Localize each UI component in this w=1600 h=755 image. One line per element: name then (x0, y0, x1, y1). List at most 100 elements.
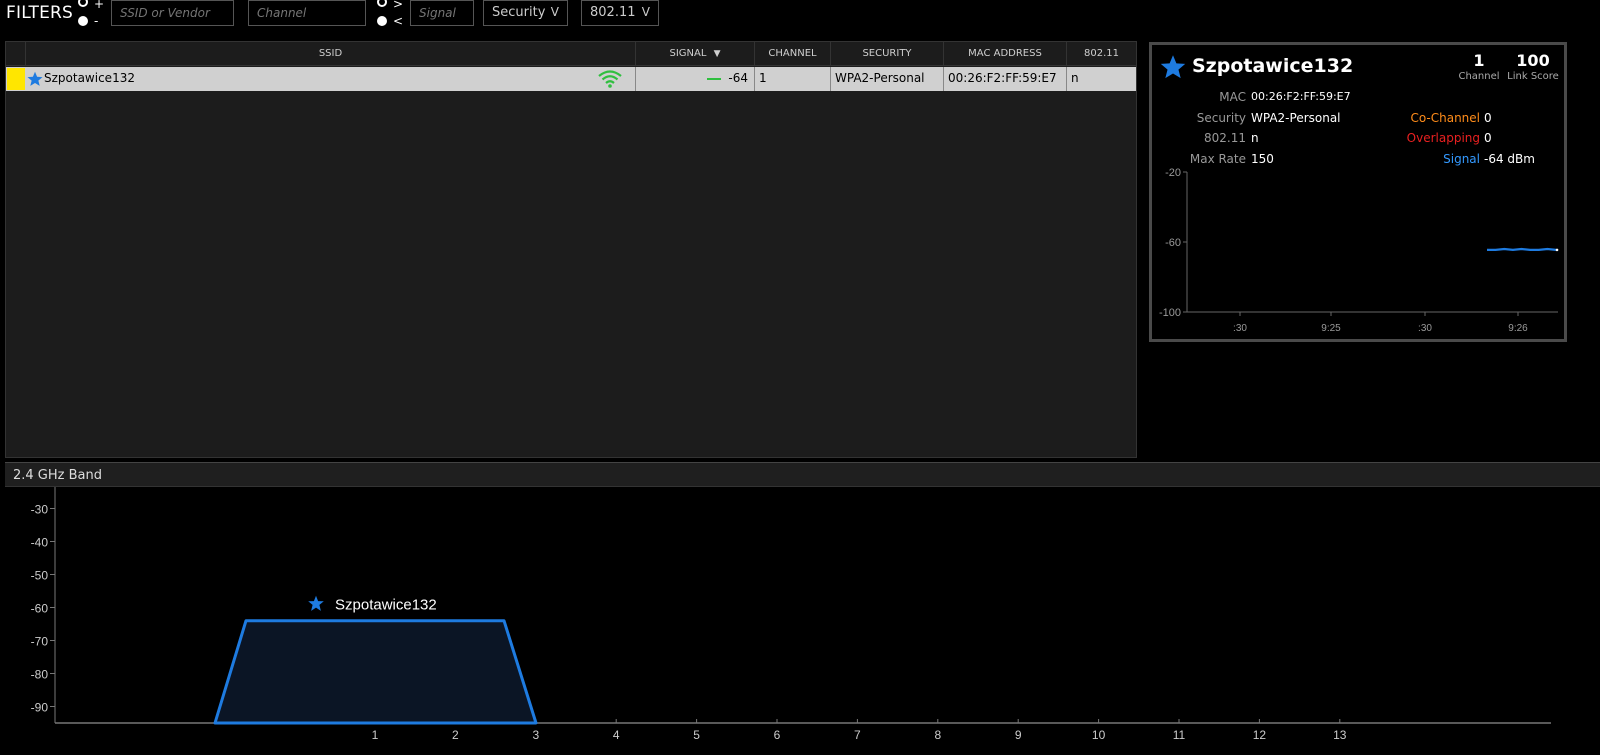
y-tick-label: -60 (1165, 237, 1181, 249)
x-tick-label: 3 (532, 728, 539, 742)
x-tick-label: 1 (372, 728, 379, 742)
y-tick-label: -100 (1159, 307, 1181, 319)
signal-cell: -64 (636, 67, 755, 91)
ssid-vendor-filter-input[interactable] (111, 0, 234, 26)
network-color-swatch (7, 68, 25, 90)
column-header-ssid[interactable]: SSID (26, 42, 636, 66)
details-score-label: Link Score (1507, 71, 1559, 82)
signal-current-point (1555, 248, 1559, 252)
signal-value: -64 (728, 71, 748, 85)
details-ssid-title: Szpotawice132 (1192, 55, 1354, 77)
signal-dbm-value: -64 dBm (1484, 152, 1535, 166)
signal-greater-option[interactable]: > (377, 0, 407, 13)
mac-value: 00:26:F2:FF:59:E7 (1251, 90, 1351, 103)
standard-cell: n (1071, 71, 1079, 85)
signal-less-radio[interactable] (377, 16, 387, 26)
x-tick-label: 4 (613, 728, 620, 742)
x-tick-label: 6 (774, 728, 781, 742)
standard-key: 802.11 (1204, 131, 1246, 145)
signal-filter-input[interactable] (410, 0, 474, 26)
signal-greater-radio[interactable] (377, 0, 387, 7)
ssid-text: Szpotawice132 (44, 71, 135, 85)
x-tick-label: 9:26 (1508, 323, 1528, 334)
y-tick-label: -80 (31, 668, 49, 682)
security-filter-select[interactable]: Security V (483, 0, 568, 26)
favorite-star-icon[interactable] (27, 71, 43, 87)
x-tick-label: 10 (1092, 728, 1106, 742)
x-tick-label: 11 (1173, 728, 1186, 742)
band-title: 2.4 GHz Band (13, 468, 102, 483)
standard-value: n (1251, 131, 1259, 145)
details-score-value: 100 (1516, 51, 1550, 70)
y-tick-label: -30 (31, 503, 49, 517)
mac-cell: 00:26:F2:FF:59:E7 (944, 67, 1067, 91)
network-ssid-label: Szpotawice132 (335, 597, 437, 614)
y-tick-label: -40 (31, 536, 49, 550)
column-header-mac[interactable]: MAC ADDRESS (944, 42, 1067, 66)
x-tick-label: 2 (452, 728, 459, 742)
signal-strength-bar (707, 77, 722, 80)
signal-series-line (1487, 247, 1557, 252)
x-tick-label: 7 (854, 728, 861, 742)
signal-compare-options: > < (377, 0, 407, 30)
channel-cell: 1 (755, 67, 831, 91)
channel-graph: -30-40-50-60-70-80-901 2 3 4 5 6 7 8 9 10 11 12 13Sz… (31, 487, 1551, 742)
band-header: 2.4 GHz Band (5, 462, 1600, 487)
network-details-panel: Szpotawice132 1 Channel 100 Link Score M… (1149, 42, 1567, 342)
maxrate-key: Max Rate (1189, 152, 1246, 166)
cochannel-value: 0 (1484, 111, 1492, 125)
ssid-cell: Szpotawice132 (26, 67, 636, 91)
filter-bar: FILTERS + - > < Security V 802.11 V (0, 0, 1600, 30)
x-tick-label: 13 (1333, 728, 1347, 742)
signal-less-option[interactable]: < (377, 14, 407, 28)
overlapping-value: 0 (1484, 131, 1492, 145)
details-channel-value: 1 (1473, 51, 1485, 70)
wifi-signal-icon (598, 70, 622, 88)
cochannel-key: Co-Channel (1410, 111, 1480, 125)
less-than-symbol: < (393, 14, 404, 28)
y-tick-label: -90 (31, 701, 49, 715)
y-tick-label: -50 (31, 569, 49, 583)
x-tick-label: :30 (1233, 323, 1247, 334)
x-tick-label: :30 (1418, 323, 1432, 334)
ssid-include-exclude: + - (78, 0, 108, 30)
x-tick-label: 9:25 (1321, 323, 1341, 334)
network-channel-shape (213, 619, 538, 725)
favorite-star-icon[interactable] (1160, 54, 1186, 80)
maxrate-value: 150 (1251, 152, 1274, 166)
signal-header-label: SIGNAL (669, 48, 707, 59)
chevron-down-icon: V (550, 5, 559, 19)
network-table: SSID SIGNAL ▼ CHANNEL SECURITY MAC ADDRE… (5, 41, 1137, 458)
security-filter-label: Security (492, 5, 546, 20)
channel-filter-input[interactable] (248, 0, 366, 26)
signal-history-chart: -20 -60 -100 :30 9:25 :30 9:26 (1159, 167, 1559, 334)
y-tick-label: -70 (31, 635, 49, 649)
table-row[interactable]: Szpotawice132 -64 1 WPA2-Personal 00:26:… (6, 67, 1136, 91)
color-column-header (6, 42, 26, 66)
minus-symbol: - (94, 14, 99, 28)
overlapping-key: Overlapping (1406, 131, 1480, 145)
band-panel: 2.4 GHz Band -30 -40 -50 -60 -70 -80 -90 1 2 3 4 5 6… (5, 462, 1600, 755)
ssid-exclude-option[interactable]: - (78, 14, 108, 28)
column-header-channel[interactable]: CHANNEL (755, 42, 831, 66)
signal-key: Signal (1443, 152, 1480, 166)
mac-key: MAC (1219, 90, 1246, 104)
ssid-include-option[interactable]: + (78, 0, 108, 13)
x-tick-label: 8 (934, 728, 941, 742)
details-channel-label: Channel (1458, 71, 1500, 82)
filters-label: FILTERS (6, 3, 74, 23)
ssid-include-radio[interactable] (78, 0, 88, 7)
y-tick-label: -20 (1165, 167, 1181, 179)
column-header-standard[interactable]: 802.11 (1067, 42, 1136, 66)
x-tick-label: 5 (693, 728, 700, 742)
x-tick-label: 12 (1253, 728, 1267, 742)
chevron-down-icon: V (641, 5, 650, 19)
column-header-signal[interactable]: SIGNAL ▼ (636, 42, 755, 66)
greater-than-symbol: > (393, 0, 404, 11)
column-header-security[interactable]: SECURITY (831, 42, 944, 66)
ssid-exclude-radio[interactable] (78, 16, 88, 26)
y-tick-label: -60 (31, 602, 49, 616)
security-value: WPA2-Personal (1251, 111, 1341, 125)
security-cell: WPA2-Personal (831, 67, 944, 91)
standard-filter-select[interactable]: 802.11 V (581, 0, 659, 26)
